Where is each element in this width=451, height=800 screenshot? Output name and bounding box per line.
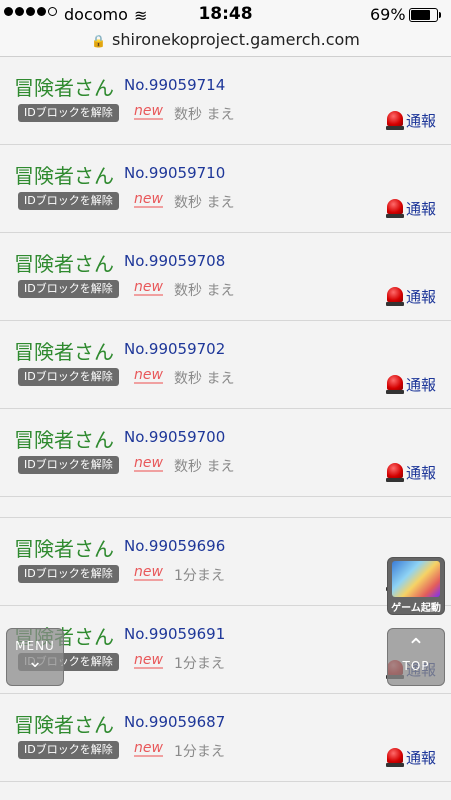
- game-thumbnail: [392, 561, 440, 597]
- menu-button[interactable]: MENU ⌄: [6, 628, 64, 686]
- siren-icon: [386, 462, 404, 483]
- comment-item: 冒険者さん No.99059702 IDブロックを解除 new 数秒 まえ 通報: [0, 321, 451, 409]
- comment-time: 1分まえ: [174, 656, 225, 672]
- author-name[interactable]: 冒険者さん: [14, 160, 114, 189]
- siren-icon: [386, 110, 404, 131]
- comment-item: 冒険者さん No.99059710 IDブロックを解除 new 数秒 まえ 通報: [0, 145, 451, 233]
- author-name[interactable]: 冒険者さん: [14, 72, 114, 101]
- new-badge: new: [134, 455, 163, 472]
- author-name[interactable]: 冒険者さん: [14, 336, 114, 365]
- comment-time: 数秒 まえ: [174, 459, 235, 475]
- comment-time: 数秒 まえ: [174, 107, 235, 123]
- status-bar: docomo ≋ 18:48 69%: [0, 0, 451, 30]
- author-name[interactable]: 冒険者さん: [14, 533, 114, 562]
- comment-item: 冒険者さん No.99059687 IDブロックを解除 new 1分まえ 通報: [0, 694, 451, 782]
- report-label: 通報: [406, 112, 437, 130]
- author-name[interactable]: 冒険者さん: [14, 248, 114, 277]
- comment-item: 冒険者さん No.99059708 IDブロックを解除 new 数秒 まえ 通報: [0, 233, 451, 321]
- comment-item: 冒険者さん No.99059696 IDブロックを解除 new 1分まえ 通報: [0, 518, 451, 606]
- chevron-up-icon: ⌃: [406, 635, 426, 660]
- lock-icon: 🔒: [91, 34, 107, 48]
- top-label: TOP: [402, 659, 430, 673]
- game-launch-button[interactable]: ゲーム起動: [387, 557, 445, 615]
- report-button[interactable]: 通報: [386, 198, 436, 219]
- new-badge: new: [134, 191, 163, 208]
- report-label: 通報: [406, 376, 437, 394]
- report-label: 通報: [406, 288, 437, 306]
- author-name[interactable]: 冒険者さん: [14, 424, 114, 453]
- report-button[interactable]: 通報: [386, 286, 436, 307]
- comment-item: 冒険者さん No.99059691 IDブロックを解除 new 1分まえ 通報: [0, 606, 451, 694]
- comment-number-link[interactable]: No.99059714: [124, 76, 225, 94]
- battery-percentage: 69%: [370, 5, 406, 24]
- new-badge: new: [134, 279, 163, 296]
- scroll-top-button[interactable]: ⌃ TOP: [387, 628, 445, 686]
- address-bar[interactable]: 🔒 shironekoproject.gamerch.com: [0, 30, 451, 57]
- report-label: 通報: [406, 200, 437, 218]
- comment-list: 冒険者さん No.99059714 IDブロックを解除 new 数秒 まえ 通報…: [0, 57, 451, 782]
- report-label: 通報: [406, 749, 437, 767]
- comment-time: 数秒 まえ: [174, 283, 235, 299]
- unblock-id-button[interactable]: IDブロックを解除: [18, 192, 119, 210]
- unblock-id-button[interactable]: IDブロックを解除: [18, 456, 119, 474]
- siren-icon: [386, 747, 404, 768]
- siren-icon: [386, 198, 404, 219]
- chevron-down-icon: ⌄: [27, 651, 43, 672]
- siren-icon: [386, 374, 404, 395]
- report-label: 通報: [406, 464, 437, 482]
- comment-number-link[interactable]: No.99059691: [124, 625, 225, 643]
- siren-icon: [386, 286, 404, 307]
- new-badge: new: [134, 367, 163, 384]
- comment-time: 数秒 まえ: [174, 371, 235, 387]
- url-text: shironekoproject.gamerch.com: [112, 30, 360, 49]
- unblock-id-button[interactable]: IDブロックを解除: [18, 280, 119, 298]
- comment-number-link[interactable]: No.99059687: [124, 713, 225, 731]
- comment-time: 1分まえ: [174, 744, 225, 760]
- comment-number-link[interactable]: No.99059696: [124, 537, 225, 555]
- comment-number-link[interactable]: No.99059702: [124, 340, 225, 358]
- game-launch-label: ゲーム起動: [391, 603, 441, 614]
- new-badge: new: [134, 652, 163, 669]
- unblock-id-button[interactable]: IDブロックを解除: [18, 368, 119, 386]
- report-button[interactable]: 通報: [386, 462, 436, 483]
- battery-icon: [409, 8, 441, 22]
- author-name[interactable]: 冒険者さん: [14, 709, 114, 738]
- comment-item: 冒険者さん No.99059700 IDブロックを解除 new 数秒 まえ 通報: [0, 409, 451, 497]
- new-badge: new: [134, 740, 163, 757]
- comment-time: 1分まえ: [174, 568, 225, 584]
- comment-time: 数秒 まえ: [174, 195, 235, 211]
- list-divider: [0, 497, 451, 518]
- comment-item: 冒険者さん No.99059714 IDブロックを解除 new 数秒 まえ 通報: [0, 57, 451, 145]
- comment-number-link[interactable]: No.99059700: [124, 428, 225, 446]
- comment-number-link[interactable]: No.99059710: [124, 164, 225, 182]
- unblock-id-button[interactable]: IDブロックを解除: [18, 565, 119, 583]
- new-badge: new: [134, 564, 163, 581]
- report-button[interactable]: 通報: [386, 374, 436, 395]
- comment-number-link[interactable]: No.99059708: [124, 252, 225, 270]
- new-badge: new: [134, 103, 163, 120]
- report-button[interactable]: 通報: [386, 747, 436, 768]
- unblock-id-button[interactable]: IDブロックを解除: [18, 104, 119, 122]
- report-button[interactable]: 通報: [386, 110, 436, 131]
- unblock-id-button[interactable]: IDブロックを解除: [18, 741, 119, 759]
